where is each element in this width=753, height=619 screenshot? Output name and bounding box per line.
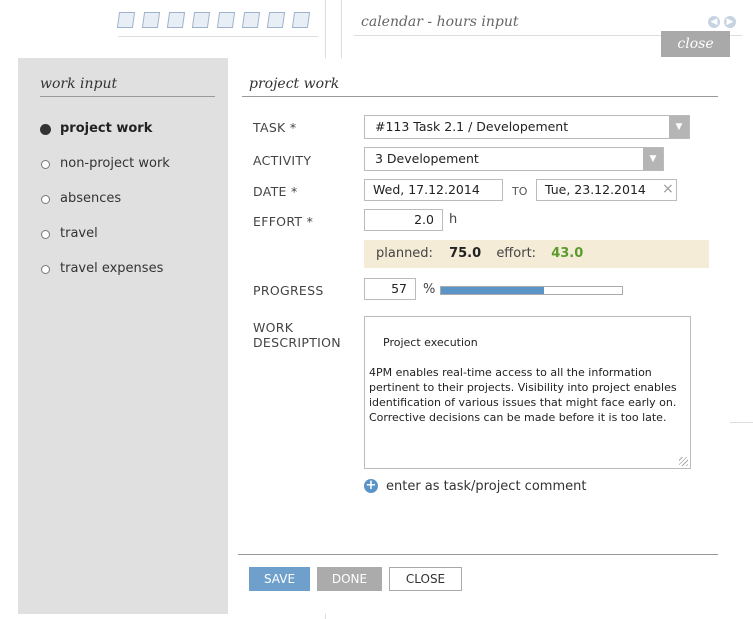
work-type-label: travel expenses	[60, 261, 164, 276]
sidebar-title: work input	[40, 76, 118, 92]
work-description-label-line2: DESCRIPTION	[253, 335, 341, 350]
next-icon[interactable]: ▶	[724, 16, 736, 28]
toolbar-icon[interactable]	[266, 12, 286, 28]
progress-bar-fill	[441, 287, 545, 294]
radio-selected-icon[interactable]	[40, 124, 51, 135]
date-label: DATE *	[253, 184, 298, 199]
work-description-text: Project execution 4PM enables real-time …	[369, 336, 677, 424]
plus-icon[interactable]: +	[364, 479, 378, 493]
toolbar-icon[interactable]	[291, 12, 311, 28]
date-to-input[interactable]: Tue, 23.12.2014	[536, 179, 677, 201]
effort-input[interactable]: 2.0	[364, 209, 443, 231]
task-label: TASK *	[253, 120, 297, 135]
progress-bar	[440, 286, 623, 295]
sidebar-divider	[40, 96, 215, 97]
progress-unit: %	[423, 282, 436, 297]
chevron-down-icon[interactable]: ▼	[643, 148, 663, 170]
task-value: #113 Task 2.1 / Developement	[375, 119, 569, 134]
chevron-down-icon[interactable]: ▼	[669, 116, 689, 138]
planned-summary: planned: 75.0 effort: 43.0	[364, 240, 709, 268]
background-toolbar	[116, 12, 318, 37]
progress-input[interactable]: 57	[364, 278, 416, 300]
effort-label: EFFORT *	[253, 214, 314, 229]
date-to-label: TO	[512, 185, 528, 198]
work-type-project-work[interactable]: project work	[40, 121, 170, 156]
toolbar-icon[interactable]	[166, 12, 186, 28]
work-type-label: non-project work	[60, 156, 170, 171]
work-type-travel-expenses[interactable]: travel expenses	[40, 261, 170, 296]
work-description-label: WORK DESCRIPTION	[253, 320, 341, 350]
date-to-value: Tue, 23.12.2014	[545, 182, 646, 197]
task-select[interactable]: #113 Task 2.1 / Developement ▼	[364, 115, 690, 139]
radio-icon[interactable]	[41, 195, 50, 204]
work-description-textarea[interactable]: Project execution 4PM enables real-time …	[364, 316, 691, 469]
planned-value: 75.0	[449, 246, 482, 261]
project-work-form: project work TASK * #113 Task 2.1 / Deve…	[228, 58, 730, 614]
modal-sidebar: work input project work non-project work…	[18, 58, 228, 614]
radio-icon[interactable]	[41, 160, 50, 169]
footer-divider	[238, 554, 718, 555]
toolbar-icon[interactable]	[141, 12, 161, 28]
work-type-label: travel	[60, 226, 98, 241]
clear-icon[interactable]: ×	[662, 181, 674, 197]
toolbar-icon[interactable]	[216, 12, 236, 28]
effort-summary-value: 43.0	[551, 246, 584, 261]
enter-as-comment-link[interactable]: enter as task/project comment	[386, 479, 586, 494]
radio-icon[interactable]	[41, 230, 50, 239]
activity-value: 3 Developement	[375, 151, 479, 166]
progress-label: PROGRESS	[253, 283, 324, 298]
form-title: project work	[249, 76, 340, 92]
effort-summary-label: effort:	[496, 246, 537, 261]
effort-unit: h	[449, 212, 458, 227]
work-type-non-project-work[interactable]: non-project work	[40, 156, 170, 191]
done-button[interactable]: DONE	[317, 567, 382, 591]
work-type-travel[interactable]: travel	[40, 226, 170, 261]
prev-icon[interactable]: ◀	[708, 16, 720, 28]
activity-label: ACTIVITY	[253, 153, 312, 168]
work-type-absences[interactable]: absences	[40, 191, 170, 226]
activity-select[interactable]: 3 Developement ▼	[364, 147, 664, 171]
radio-icon[interactable]	[41, 265, 50, 274]
form-divider	[242, 96, 718, 97]
work-type-list: project work non-project work absences t…	[40, 121, 170, 296]
work-type-label: project work	[60, 121, 153, 136]
toolbar-icon[interactable]	[191, 12, 211, 28]
close-button[interactable]: CLOSE	[389, 567, 462, 591]
date-from-input[interactable]: Wed, 17.12.2014	[364, 179, 503, 201]
work-type-label: absences	[60, 191, 122, 206]
toolbar-icon[interactable]	[241, 12, 261, 28]
planned-label: planned:	[376, 246, 433, 261]
resize-handle-icon[interactable]	[679, 457, 688, 466]
toolbar-icon[interactable]	[116, 12, 136, 28]
calendar-title: calendar - hours input	[361, 14, 519, 30]
close-tab-button[interactable]: close	[661, 31, 730, 57]
work-description-label-line1: WORK	[253, 320, 294, 335]
save-button[interactable]: SAVE	[249, 567, 310, 591]
